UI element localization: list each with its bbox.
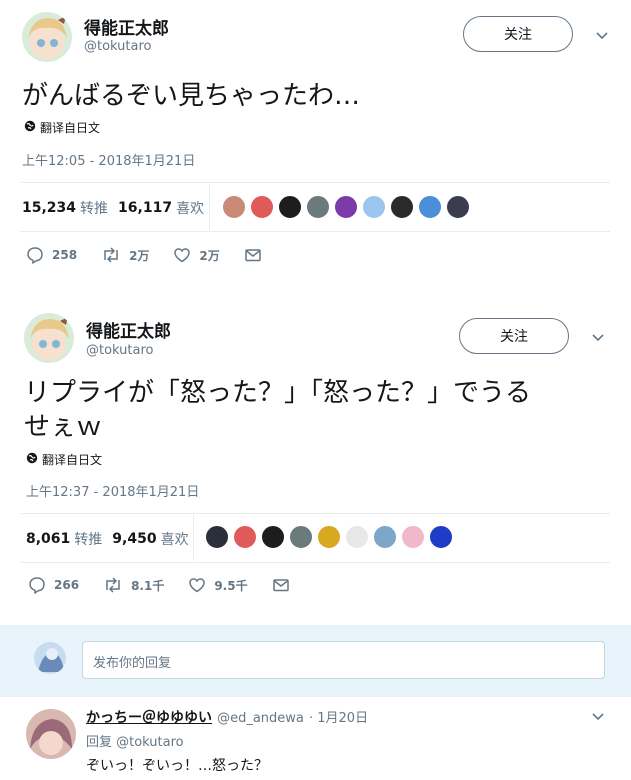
reply-tweet: かっちー＠ゆゆゆい @ed_andewa · 1月20日 回复 @tokutar… [0, 697, 631, 780]
stats-separator [193, 515, 194, 561]
liker-avatar[interactable] [222, 195, 246, 219]
tweet-timestamp[interactable]: 上午12:37 - 2018年1月21日 [26, 481, 199, 500]
liker-avatar[interactable] [261, 525, 285, 549]
heart-icon [174, 248, 191, 263]
liker-avatar[interactable] [390, 195, 414, 219]
tweet-1: 得能正太郎 @tokutaro 关注 がんばるぞい見ちゃったわ… 翻译自日文 上… [0, 0, 631, 290]
liker-avatar[interactable] [233, 525, 257, 549]
like-count-short: 9.5千 [214, 578, 248, 593]
tweet-text-line-1: リプライが「怒った？」「怒った？」でうる [24, 378, 532, 408]
liker-avatar[interactable] [306, 195, 330, 219]
author-handle[interactable]: @tokutaro [84, 39, 152, 54]
reply-text: ぞいっ！ぞいっ！…怒った？ [86, 758, 268, 774]
stats-separator [209, 184, 210, 230]
reply-to-label[interactable]: 回复 @tokutaro [86, 731, 184, 750]
translate-link[interactable]: 翻译自日文 [24, 119, 100, 136]
like-count-short: 2万 [199, 248, 220, 263]
globe-icon [26, 452, 38, 467]
liker-avatar[interactable] [345, 525, 369, 549]
reply-icon [27, 247, 43, 264]
divider [20, 182, 610, 183]
chevron-down-icon[interactable] [588, 707, 608, 727]
translate-label: 翻译自日文 [40, 121, 101, 135]
retweet-action[interactable]: 2万 [101, 246, 149, 264]
follow-button[interactable]: 关注 [463, 16, 573, 52]
envelope-icon [245, 249, 261, 262]
tweet-stats: 8,061 转推 9,450 喜欢 [26, 529, 199, 549]
tweet-separator [0, 290, 631, 303]
reply-header: かっちー＠ゆゆゆい @ed_andewa · 1月20日 [86, 707, 368, 727]
tweet-2: 得能正太郎 @tokutaro 关注 リプライが「怒った？」「怒った？」でうる … [0, 303, 631, 625]
dm-action[interactable] [272, 576, 298, 594]
liker-avatar[interactable] [362, 195, 386, 219]
liker-avatars [222, 195, 470, 219]
tweet-timestamp[interactable]: 上午12:05 - 2018年1月21日 [22, 150, 195, 169]
retweet-count-short: 2万 [129, 248, 150, 263]
tweet-actions: 258 2万 2万 [26, 246, 294, 264]
like-action[interactable]: 9.5千 [188, 576, 248, 594]
reply-action[interactable]: 266 [28, 576, 79, 594]
liker-avatar[interactable] [289, 525, 313, 549]
retweet-icon [104, 247, 118, 263]
tweet-stats: 15,234 转推 16,117 喜欢 [22, 198, 214, 218]
reply-author-name[interactable]: かっちー＠ゆゆゆい [86, 710, 212, 726]
like-label[interactable]: 喜欢 [161, 529, 189, 549]
liker-avatar[interactable] [250, 195, 274, 219]
translate-link[interactable]: 翻译自日文 [26, 451, 102, 468]
author-name[interactable]: 得能正太郎 [86, 317, 171, 342]
liker-avatar[interactable] [317, 525, 341, 549]
translate-label: 翻译自日文 [42, 453, 103, 467]
liker-avatar[interactable] [278, 195, 302, 219]
liker-avatar[interactable] [373, 525, 397, 549]
retweet-action[interactable]: 8.1千 [103, 576, 164, 594]
retweet-icon [106, 577, 120, 593]
reply-author-handle[interactable]: @ed_andewa [217, 711, 304, 726]
tweet-actions: 266 8.1千 9.5千 [28, 576, 322, 594]
reply-compose-area: 发布你的回复 [0, 625, 631, 697]
retweet-count[interactable]: 8,061 [26, 531, 70, 547]
chevron-down-icon[interactable] [592, 26, 612, 46]
like-count[interactable]: 9,450 [112, 531, 156, 547]
envelope-icon [272, 579, 289, 592]
like-count[interactable]: 16,117 [118, 200, 172, 216]
follow-button[interactable]: 关注 [459, 318, 569, 354]
retweet-count-short: 8.1千 [131, 578, 165, 593]
reply-count: 266 [54, 578, 80, 592]
retweet-count[interactable]: 15,234 [22, 200, 76, 216]
reply-action[interactable]: 258 [26, 246, 77, 264]
heart-icon [189, 578, 206, 593]
liker-avatar[interactable] [429, 525, 453, 549]
liker-avatar[interactable] [205, 525, 229, 549]
chevron-down-icon[interactable] [588, 328, 608, 348]
author-name[interactable]: 得能正太郎 [84, 14, 169, 39]
reply-count: 258 [52, 248, 78, 262]
retweet-label[interactable]: 转推 [74, 529, 102, 549]
reply-icon [29, 577, 45, 594]
liker-avatar[interactable] [418, 195, 442, 219]
current-user-avatar[interactable] [34, 642, 66, 674]
liker-avatar[interactable] [401, 525, 425, 549]
divider [20, 562, 610, 563]
tweet-text-line-2: せぇｗ [24, 412, 103, 442]
author-avatar[interactable] [24, 313, 74, 363]
liker-avatars [205, 525, 453, 549]
divider [20, 513, 610, 514]
divider [20, 231, 610, 232]
like-label[interactable]: 喜欢 [176, 198, 204, 218]
reply-author-avatar[interactable] [26, 709, 76, 759]
globe-icon [24, 120, 36, 135]
reply-input[interactable]: 发布你的回复 [82, 641, 605, 679]
author-avatar[interactable] [22, 12, 72, 62]
like-action[interactable]: 2万 [173, 246, 220, 264]
liker-avatar[interactable] [334, 195, 358, 219]
author-handle[interactable]: @tokutaro [86, 343, 154, 358]
tweet-text: がんばるぞい見ちゃったわ… [22, 81, 361, 111]
reply-date[interactable]: · 1月20日 [309, 711, 368, 726]
retweet-label[interactable]: 转推 [80, 198, 108, 218]
liker-avatar[interactable] [446, 195, 470, 219]
dm-action[interactable] [244, 246, 270, 264]
